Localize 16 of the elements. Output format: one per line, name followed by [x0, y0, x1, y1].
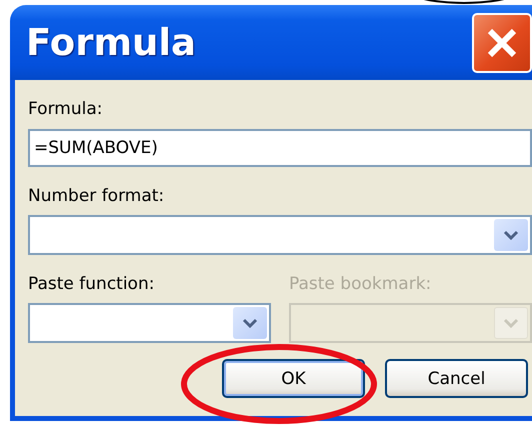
field-label: Number format: — [28, 185, 164, 208]
dropdown-field[interactable] — [28, 215, 532, 255]
dialog-button[interactable]: Cancel — [385, 359, 528, 398]
window-title: Formula — [26, 21, 197, 64]
field-label: Paste bookmark: — [289, 273, 432, 296]
chevron-down-icon — [242, 318, 258, 328]
dropdown-button[interactable] — [494, 219, 528, 251]
formula-field[interactable]: =SUM(ABOVE) — [28, 129, 532, 167]
chevron-down-icon — [503, 318, 519, 328]
field-label: Paste function: — [28, 273, 154, 296]
close-button[interactable] — [472, 12, 532, 72]
dropdown-field[interactable] — [28, 303, 271, 343]
dialog-button[interactable]: OK — [222, 359, 365, 398]
chevron-down-icon — [503, 230, 519, 240]
field-label: Formula: — [28, 98, 102, 121]
dropdown-button[interactable] — [233, 307, 267, 339]
